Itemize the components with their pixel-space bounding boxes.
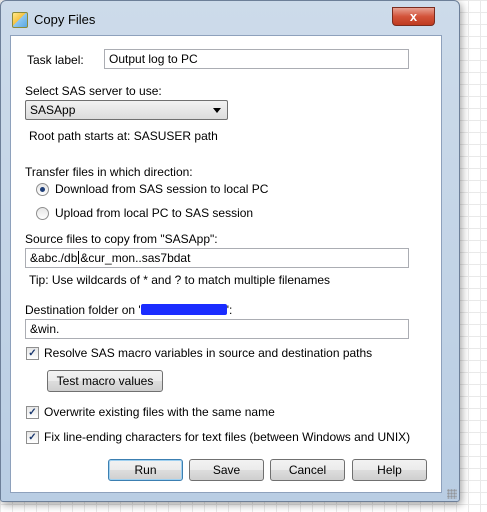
window-title: Copy Files (34, 12, 96, 27)
task-label-value: Output log to PC (109, 52, 198, 66)
destination-label-suffix: ': (226, 303, 233, 317)
destination-label: Destination folder on ' ': (25, 303, 232, 317)
dialog-body: Task label: Output log to PC Select SAS … (10, 35, 442, 493)
task-label-input[interactable]: Output log to PC (104, 49, 409, 69)
radio-upload-label[interactable]: Upload from local PC to SAS session (55, 206, 253, 220)
source-value-end: &cur_mon..sas7bdat (80, 251, 191, 265)
copy-files-dialog: Copy Files x Task label: Output log to P… (0, 0, 460, 502)
fix-line-endings-label[interactable]: Fix line-ending characters for text file… (44, 430, 410, 444)
overwrite-checkbox[interactable]: ✓ (26, 406, 39, 419)
source-files-label: Source files to copy from "SASApp": (25, 232, 218, 246)
copy-files-app-icon (12, 12, 28, 28)
destination-label-prefix: Destination folder on ' (25, 303, 141, 317)
source-files-input[interactable]: &abc./db &cur_mon..sas7bdat (25, 248, 409, 268)
server-dropdown-value: SASApp (30, 103, 76, 117)
cancel-button[interactable]: Cancel (270, 459, 345, 481)
run-button[interactable]: Run (108, 459, 183, 481)
radio-upload[interactable] (36, 207, 49, 220)
server-select-label: Select SAS server to use: (25, 84, 162, 98)
chevron-down-icon (213, 108, 221, 113)
root-path-text: Root path starts at: SASUSER path (29, 129, 218, 143)
destination-folder-input[interactable]: &win. (25, 319, 409, 339)
wildcard-tip: Tip: Use wildcards of * and ? to match m… (29, 273, 331, 287)
server-dropdown[interactable]: SASApp (25, 100, 228, 120)
radio-download-label[interactable]: Download from SAS session to local PC (55, 182, 268, 196)
radio-selected-dot (40, 187, 45, 192)
direction-label: Transfer files in which direction: (25, 165, 193, 179)
resolve-macros-checkbox[interactable]: ✓ (26, 347, 39, 360)
title-bar[interactable]: Copy Files x (1, 1, 459, 35)
fix-line-endings-checkbox[interactable]: ✓ (26, 431, 39, 444)
save-button[interactable]: Save (189, 459, 264, 481)
source-value-start: &abc./db (30, 251, 78, 265)
radio-download[interactable] (36, 183, 49, 196)
overwrite-label[interactable]: Overwrite existing files with the same n… (44, 405, 275, 419)
resize-grip-icon[interactable] (447, 489, 457, 499)
task-label-caption: Task label: (27, 53, 84, 67)
test-macro-values-button[interactable]: Test macro values (47, 370, 163, 392)
redacted-host-name (140, 304, 227, 315)
destination-value: &win. (30, 322, 60, 336)
close-button[interactable]: x (392, 7, 435, 26)
resolve-macros-label[interactable]: Resolve SAS macro variables in source an… (44, 346, 372, 360)
help-button[interactable]: Help (352, 459, 427, 481)
